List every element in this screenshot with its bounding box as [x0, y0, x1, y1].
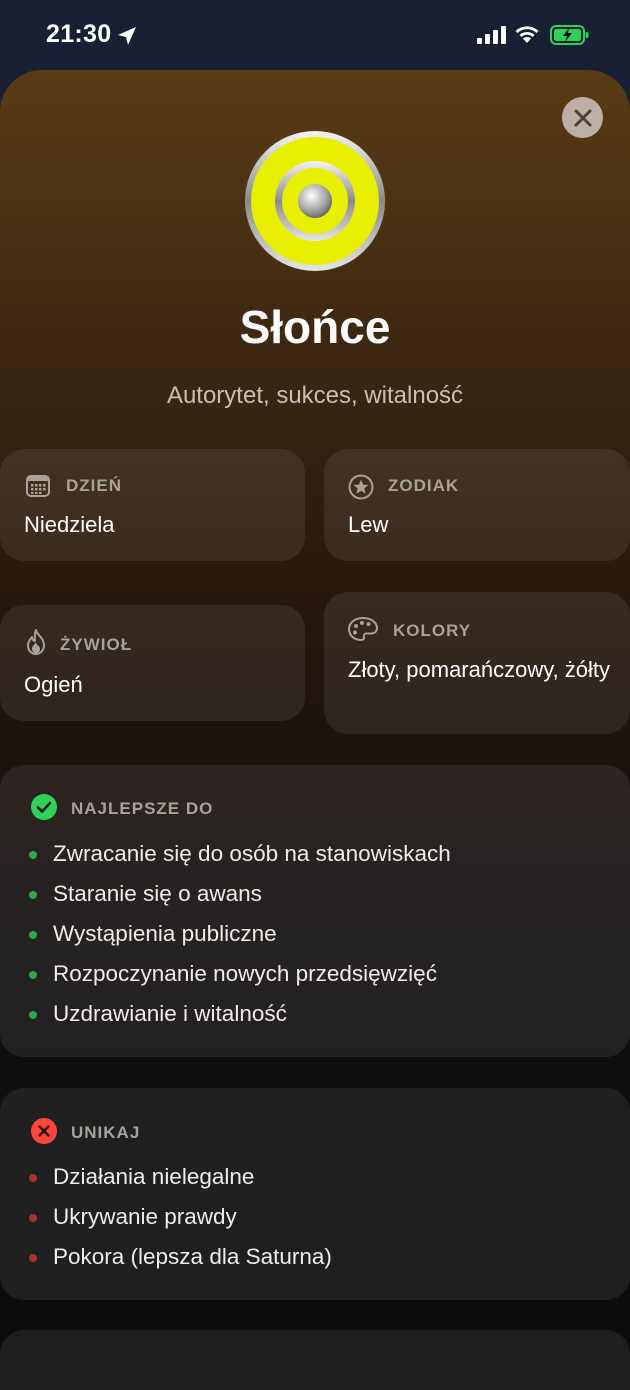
zodiac-card: ZODIAK Lew [324, 449, 630, 561]
list-item: Wystąpienia publiczne [28, 914, 451, 954]
star-circle-icon [348, 474, 374, 500]
list-item: Uzdrawianie i witalność [28, 994, 451, 1034]
next-section-card [0, 1330, 630, 1390]
bullet-dot [29, 971, 37, 979]
status-time: 21:30 [46, 20, 112, 48]
sun-symbol-icon [243, 129, 387, 273]
colors-card: KOLORY Złoty, pomarańczowy, żółty [324, 592, 630, 734]
list-item: Staranie się o awans [28, 874, 451, 914]
element-label: ŻYWIOŁ [60, 635, 133, 654]
element-value: Ogień [24, 672, 83, 697]
list-item-text: Zwracanie się do osób na stanowiskach [53, 841, 451, 866]
bullet-dot [29, 1214, 37, 1222]
best-for-card: NAJLEPSZE DO Zwracanie się do osób na st… [0, 765, 630, 1057]
palette-icon [347, 616, 379, 642]
list-item: Zwracanie się do osób na stanowiskach [28, 834, 451, 874]
list-item: Działania nielegalne [28, 1157, 332, 1197]
bullet-dot [29, 1254, 37, 1262]
list-item-text: Ukrywanie prawdy [53, 1204, 237, 1229]
bullet-dot [29, 1174, 37, 1182]
calendar-icon [26, 475, 50, 497]
list-item-text: Uzdrawianie i witalność [53, 1001, 287, 1026]
day-label: DZIEŃ [66, 476, 122, 495]
wifi-icon [515, 26, 539, 43]
bullet-dot [29, 891, 37, 899]
bullet-dot [29, 1011, 37, 1019]
status-bar: 21:30 [0, 0, 630, 68]
x-circle-icon [31, 1118, 57, 1144]
avoid-list: Działania nielegalne Ukrywanie prawdy Po… [28, 1157, 332, 1277]
bullet-dot [29, 851, 37, 859]
planet-subtitle: Autorytet, sukces, witalność [166, 382, 464, 409]
list-item-text: Wystąpienia publiczne [53, 921, 277, 946]
list-item-text: Staranie się o awans [53, 881, 262, 906]
avoid-label: UNIKAJ [71, 1123, 141, 1142]
list-item-text: Rozpoczynanie nowych przedsięwzięć [53, 961, 437, 986]
list-item: Pokora (lepsza dla Saturna) [28, 1237, 332, 1277]
list-item-text: Działania nielegalne [53, 1164, 255, 1189]
bullet-dot [29, 931, 37, 939]
colors-value: Złoty, pomarańczowy, żółty [348, 657, 611, 682]
element-card: ŻYWIOŁ Ogień [0, 605, 305, 721]
zodiac-label: ZODIAK [388, 476, 460, 495]
close-icon [574, 109, 591, 126]
avoid-card: UNIKAJ Działania nielegalne Ukrywanie pr… [0, 1088, 630, 1300]
list-item: Rozpoczynanie nowych przedsięwzięć [28, 954, 451, 994]
list-item: Ukrywanie prawdy [28, 1197, 332, 1237]
list-item-text: Pokora (lepsza dla Saturna) [53, 1244, 332, 1269]
planet-title: Słońce [239, 301, 391, 353]
best-for-label: NAJLEPSZE DO [71, 799, 214, 818]
close-button[interactable] [562, 97, 603, 138]
colors-label: KOLORY [393, 621, 472, 640]
checkmark-circle-icon [31, 794, 57, 820]
planet-detail-sheet: Słońce Autorytet, sukces, witalność DZIE… [0, 70, 630, 1390]
best-for-list: Zwracanie się do osób na stanowiskach St… [28, 834, 451, 1034]
location-arrow-icon [118, 27, 136, 45]
battery-charging-icon [550, 25, 589, 45]
flame-icon [27, 629, 45, 655]
day-card: DZIEŃ Niedziela [0, 449, 305, 561]
zodiac-value: Lew [348, 512, 389, 537]
day-value: Niedziela [24, 512, 115, 537]
cellular-signal-icon [477, 26, 506, 44]
